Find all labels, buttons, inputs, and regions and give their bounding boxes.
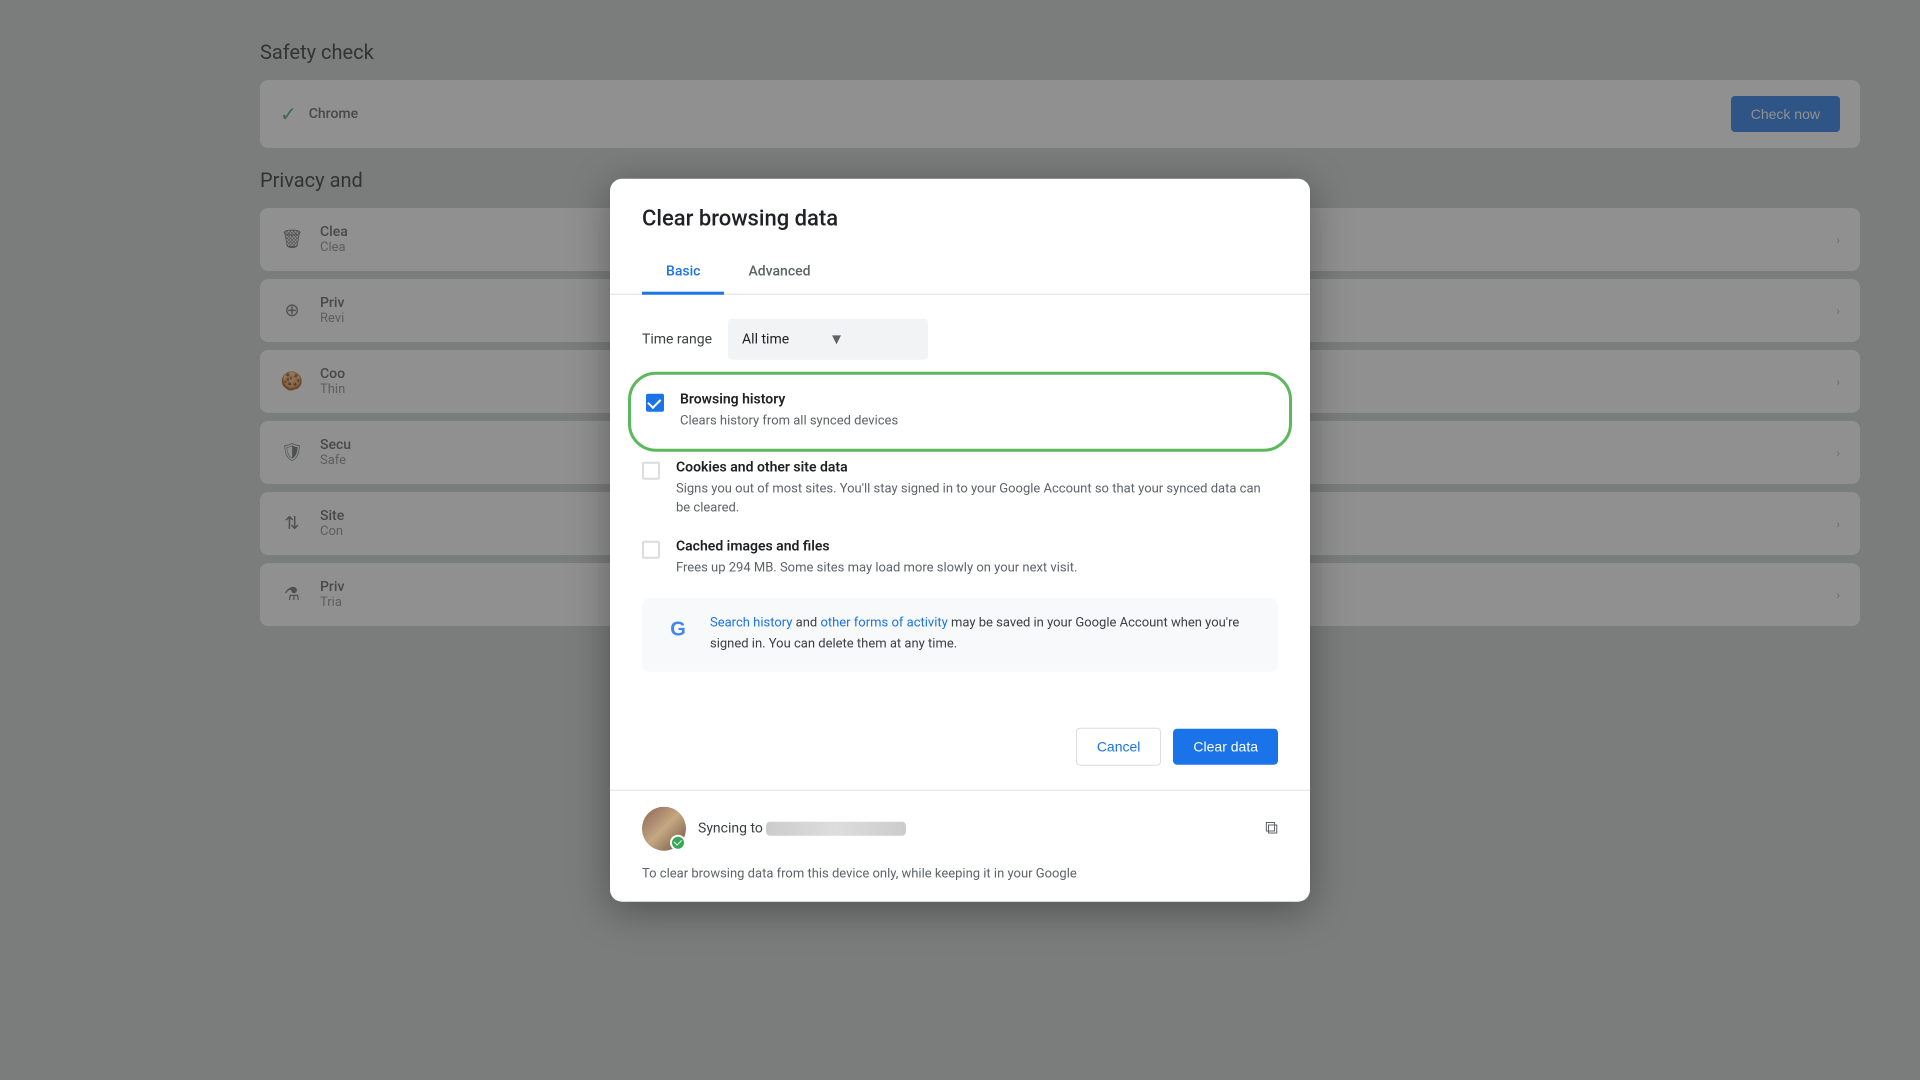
sync-text: Syncing to	[698, 820, 1253, 836]
modal-bottom-text: To clear browsing data from this device …	[610, 866, 1310, 901]
cookies-title: Cookies and other site data	[676, 459, 1278, 475]
cookies-checkbox[interactable]	[642, 461, 660, 479]
clear-browsing-data-modal: Clear browsing data Basic Advanced Time …	[610, 179, 1310, 902]
external-link-icon[interactable]: ⧉	[1265, 818, 1278, 839]
time-range-select[interactable]: All time ▾	[728, 319, 928, 360]
google-g-icon: G	[662, 614, 694, 646]
other-forms-link[interactable]: other forms of activity	[820, 616, 947, 631]
info-box: G Search history and other forms of acti…	[642, 598, 1278, 672]
cached-item: Cached images and files Frees up 294 MB.…	[642, 538, 1278, 578]
cached-checkbox-wrap[interactable]	[642, 540, 660, 558]
modal-header: Clear browsing data Basic Advanced	[610, 179, 1310, 295]
tab-basic[interactable]: Basic	[642, 252, 724, 295]
cached-desc: Frees up 294 MB. Some sites may load mor…	[676, 558, 1278, 578]
cookies-desc: Signs you out of most sites. You'll stay…	[676, 479, 1278, 518]
modal-tabs: Basic Advanced	[610, 252, 1310, 295]
browsing-history-item: Browsing history Clears history from all…	[642, 384, 1278, 440]
cookies-item: Cookies and other site data Signs you ou…	[642, 459, 1278, 518]
browsing-history-title: Browsing history	[680, 392, 1274, 408]
browsing-history-checkbox[interactable]	[646, 394, 664, 412]
time-range-label: Time range	[642, 331, 712, 347]
tab-advanced[interactable]: Advanced	[724, 252, 834, 295]
avatar-wrap	[642, 806, 686, 850]
cached-title: Cached images and files	[676, 538, 1278, 554]
search-history-link[interactable]: Search history	[710, 616, 792, 631]
time-range-row: Time range All time ▾	[642, 319, 1278, 360]
browsing-history-checkbox-wrap[interactable]	[646, 394, 664, 412]
cached-content: Cached images and files Frees up 294 MB.…	[676, 538, 1278, 578]
modal-title: Clear browsing data	[642, 207, 1278, 232]
sync-badge	[670, 834, 686, 850]
dropdown-arrow-icon: ▾	[832, 329, 914, 350]
modal-footer: Cancel Clear data	[610, 719, 1310, 789]
browsing-history-content: Browsing history Clears history from all…	[680, 392, 1274, 432]
modal-body: Time range All time ▾ Browsing history C…	[610, 295, 1310, 720]
clear-data-button[interactable]: Clear data	[1173, 728, 1278, 764]
cached-checkbox[interactable]	[642, 540, 660, 558]
sync-email	[766, 822, 906, 836]
browsing-history-desc: Clears history from all synced devices	[680, 412, 1274, 432]
cancel-button[interactable]: Cancel	[1076, 727, 1162, 765]
info-text: Search history and other forms of activi…	[710, 614, 1258, 656]
cookies-checkbox-wrap[interactable]	[642, 461, 660, 479]
cookies-content: Cookies and other site data Signs you ou…	[676, 459, 1278, 518]
sync-section: Syncing to ⧉	[610, 789, 1310, 866]
